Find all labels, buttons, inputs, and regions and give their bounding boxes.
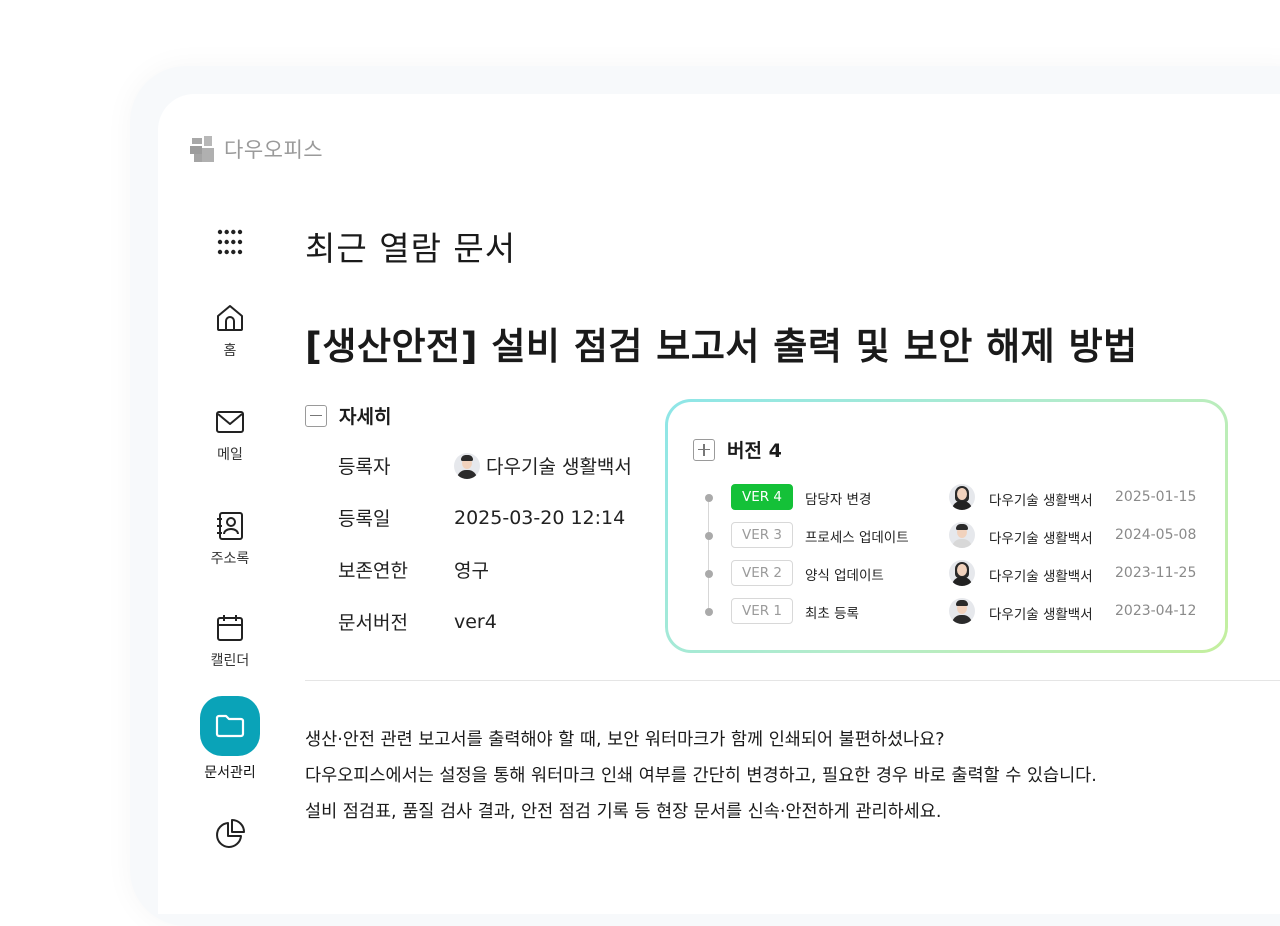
meta-row-registered-date: 등록일 2025-03-20 12:14 <box>338 504 625 531</box>
nav-label-calendar: 캘린더 <box>210 653 250 669</box>
timeline-dot <box>705 608 713 616</box>
avatar <box>949 560 975 586</box>
meta-row-doc-version: 문서버전 ver4 <box>338 608 497 635</box>
nav-label-mail: 메일 <box>217 447 243 463</box>
version-date: 2023-04-12 <box>1115 603 1197 619</box>
avatar <box>949 598 975 624</box>
version-desc: 프로세스 업데이트 <box>805 530 909 546</box>
meta-key: 보존연한 <box>338 560 408 582</box>
nav-item-reports[interactable] <box>190 818 270 850</box>
collapse-icon <box>305 404 327 427</box>
page-title: 최근 열람 문서 <box>305 229 517 268</box>
content-divider <box>305 680 1280 681</box>
avatar <box>949 522 975 548</box>
contacts-icon <box>217 512 243 540</box>
nav-label-home: 홈 <box>223 343 237 359</box>
version-author: 다우기술 생활백서 <box>989 569 1093 585</box>
app-name: 다우오피스 <box>224 138 324 162</box>
version-date: 2025-01-15 <box>1115 489 1197 505</box>
timeline-dot <box>705 532 713 540</box>
timeline-dot <box>705 494 713 502</box>
app-logo[interactable]: 다우오피스 <box>188 134 323 164</box>
timeline-dot <box>705 570 713 578</box>
version-desc: 담당자 변경 <box>805 492 872 508</box>
avatar <box>949 484 975 510</box>
version-tag: VER 1 <box>731 598 794 624</box>
mail-icon <box>216 411 244 433</box>
calendar-icon <box>217 615 243 641</box>
version-row[interactable]: VER 1 최초 등록 다우기술 생활백서 2023-04-12 <box>701 598 1221 626</box>
timeline-line <box>708 498 709 612</box>
description-line: 다우오피스에서는 설정을 통해 워터마크 인쇄 여부를 간단히 변경하고, 필요… <box>305 766 1097 786</box>
version-tag: VER 3 <box>731 522 794 548</box>
version-desc: 양식 업데이트 <box>805 568 884 584</box>
apps-grid-icon[interactable] <box>214 226 246 258</box>
meta-row-registrant: 등록자 다우기술 생활백서 <box>338 452 632 479</box>
expand-icon <box>693 438 715 461</box>
pie-chart-icon <box>216 819 245 848</box>
details-toggle[interactable]: 자세히 <box>305 402 391 429</box>
version-author: 다우기술 생활백서 <box>989 607 1093 623</box>
version-date: 2023-11-25 <box>1115 565 1197 581</box>
version-author: 다우기술 생활백서 <box>989 531 1093 547</box>
folder-icon <box>215 714 245 738</box>
version-tag: VER 2 <box>731 560 794 586</box>
meta-row-retention: 보존연한 영구 <box>338 556 489 583</box>
meta-value: 다우기술 생활백서 <box>486 456 632 478</box>
version-row[interactable]: VER 2 양식 업데이트 다우기술 생활백서 2023-11-25 <box>701 560 1221 588</box>
document-title: [생산안전] 설비 점검 보고서 출력 및 보안 해제 방법 <box>305 325 1138 368</box>
nav-item-documents[interactable]: 문서관리 <box>190 696 270 782</box>
nav-active-bubble <box>200 696 260 756</box>
meta-key: 등록일 <box>338 508 391 530</box>
nav-item-calendar[interactable]: 캘린더 <box>190 612 270 670</box>
meta-value: 2025-03-20 12:14 <box>454 506 626 529</box>
version-row[interactable]: VER 4 담당자 변경 다우기술 생활백서 2025-01-15 <box>701 484 1221 512</box>
logo-mark-icon <box>190 136 214 162</box>
details-label: 자세히 <box>339 406 392 428</box>
meta-value: ver4 <box>454 610 497 633</box>
version-history-card: 버전 4 VER 4 담당자 변경 다우기술 생활백서 2025-01-15 V… <box>665 399 1228 653</box>
version-toggle[interactable]: 버전 4 <box>693 436 782 463</box>
nav-item-home[interactable]: 홈 <box>190 302 270 360</box>
description-line: 설비 점검표, 품질 검사 결과, 안전 점검 기록 등 현장 문서를 신속·안… <box>305 802 942 822</box>
document-description: 생산·안전 관련 보고서를 출력해야 할 때, 보안 워터마크가 함께 인쇄되어… <box>305 722 1097 830</box>
version-tag: VER 4 <box>731 484 794 510</box>
version-desc: 최초 등록 <box>805 606 859 622</box>
home-icon <box>217 305 243 331</box>
avatar <box>454 452 480 479</box>
meta-key: 등록자 <box>338 456 391 478</box>
meta-value: 영구 <box>454 560 489 582</box>
version-title: 버전 4 <box>727 440 782 462</box>
nav-item-mail[interactable]: 메일 <box>190 406 270 464</box>
nav-item-contacts[interactable]: 주소록 <box>190 510 270 568</box>
nav-label-contacts: 주소록 <box>210 551 250 567</box>
version-row[interactable]: VER 3 프로세스 업데이트 다우기술 생활백서 2024-05-08 <box>701 522 1221 550</box>
nav-label-documents: 문서관리 <box>204 765 256 781</box>
meta-key: 문서버전 <box>338 612 408 634</box>
version-date: 2024-05-08 <box>1115 527 1197 543</box>
version-author: 다우기술 생활백서 <box>989 493 1093 509</box>
description-line: 생산·안전 관련 보고서를 출력해야 할 때, 보안 워터마크가 함께 인쇄되어… <box>305 730 945 750</box>
